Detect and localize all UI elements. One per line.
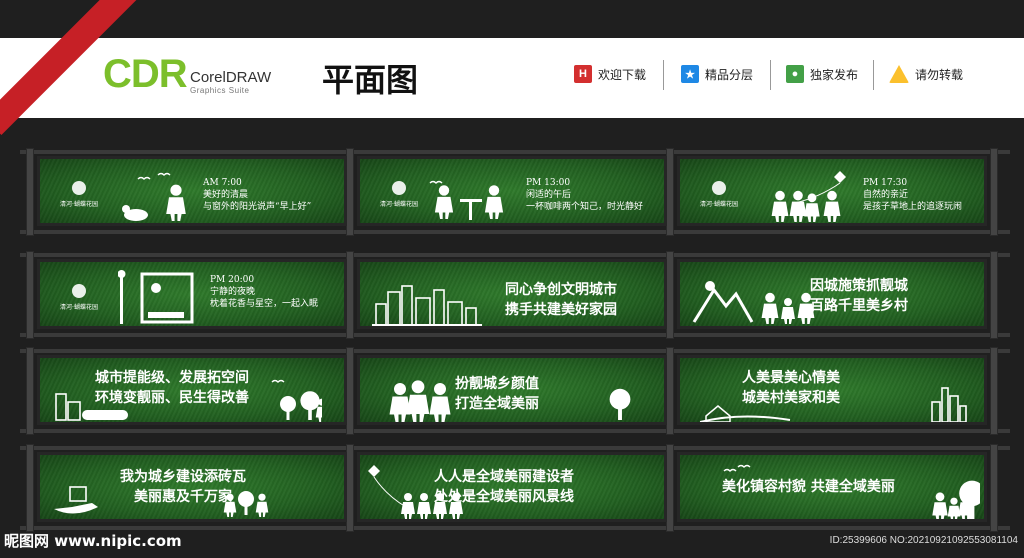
fence-post [990,347,998,435]
brand-text: 清河·蝴蝶花园 [60,304,98,311]
logo-mark: CDR [103,52,188,96]
header-item-layers[interactable]: ★ 精品分层 [681,62,753,86]
time-label: PM 13:00 [526,178,571,188]
grass-panel: 城市提能级、发展拓空间 环境变靓丽、民生得改善 [37,355,347,425]
header-item-label: 独家发布 [810,67,859,82]
fence-rail [20,349,1010,353]
brand-text: 清河·蝴蝶花园 [700,201,738,208]
slogan-line: 百路千里美乡村 [810,298,908,314]
divider [663,60,664,90]
family-trees-silhouette [723,464,980,519]
slogan-line: 携手共建美好家园 [505,302,617,318]
grass-panel: 人人是全域美丽建设者 处处是全域美丽风景线 [357,452,667,522]
fence-post [26,148,34,236]
divider [770,60,771,90]
grass-panel: 扮靓城乡颜值 打造全域美丽 [357,355,667,425]
people-tree-silhouette [389,380,631,422]
fence-post [990,444,998,532]
slogan-line: 美好的清晨 [203,190,249,200]
fence-rail [20,150,1010,154]
fence-post [666,148,674,236]
logo-subtitle: Graphics Suite [190,86,250,95]
fence-rail [20,333,1010,337]
fence-post [26,251,34,339]
time-label: PM 17:30 [863,178,908,188]
hand-house-silhouette [54,486,269,517]
fence-post [990,148,998,236]
cafe-couple-silhouette [429,180,504,220]
flower-logo-icon [72,181,86,195]
fence-post [26,444,34,532]
page-title: 平面图 [322,61,419,99]
brand-text: 清河·蝴蝶花园 [380,201,418,208]
fence-post [346,251,354,339]
header-item-download[interactable]: H 欢迎下载 [574,62,646,86]
mountain-family-silhouette [692,281,815,324]
star-icon: ★ [681,65,699,83]
time-label: PM 20:00 [210,275,255,285]
fence-post [346,347,354,435]
fence-post [26,347,34,435]
grass-panel: 人美景美心情美 城美村美家和美 [677,355,987,425]
runner-dog-silhouette [122,172,186,221]
kids-kite-silhouette [771,171,846,222]
grass-panel: 我为城乡建设添砖瓦 美丽惠及千万家 [37,452,347,522]
slogan-line: 宁静的夜晚 [210,287,256,297]
fence-post [990,251,998,339]
slogan-line: 一杯咖啡两个知己，时光静好 [526,202,644,212]
fence-post [666,444,674,532]
city-skyline-silhouette [372,285,482,326]
kite-kids-silhouette [368,465,463,519]
grass-panel: 同心争创文明城市 携手共建美好家园 [357,259,667,329]
brand-text: 清河·蝴蝶花园 [60,201,98,208]
slogan-line: 因城施策抓靓城 [810,278,908,294]
fence-rail [20,253,1010,257]
fence-post [346,148,354,236]
grass-panel: 清河·蝴蝶花园 PM 17:30 自然的亲近是孩子草地上的追逐玩闹 [677,156,987,226]
time-label: AM 7:00 [203,178,242,188]
grass-panel: 因城施策抓靓城 百路千里美乡村 [677,259,987,329]
slogan-line: 闲适的午后 [526,190,572,200]
flower-logo-icon [712,181,726,195]
fence-rail [20,429,1010,433]
house-skyline-silhouette [700,387,967,422]
panel-slogan: PM 20:00 宁静的夜晚枕着花香与星空，一起入眠 [210,274,318,310]
grass-panel: 清河·蝴蝶花园 PM 20:00 宁静的夜晚枕着花香与星空，一起入眠 [37,259,347,329]
grass-panel: 清河·蝴蝶花园 PM 13:00 闲适的午后一杯咖啡两个知己，时光静好 [357,156,667,226]
header-item-label: 请勿转载 [915,67,964,82]
logo-name: CorelDRAW [190,69,272,86]
panel-slogan: PM 13:00 闲适的午后一杯咖啡两个知己，时光静好 [526,177,643,213]
panel-slogan: AM 7:00 美好的清晨与窗外的阳光说声“早上好” [203,177,311,213]
grass-panel: 清河·蝴蝶花园 AM 7:00 美好的清晨与窗外的阳光说声“早上好” [37,156,347,226]
header-item-exclusive[interactable]: ● 独家发布 [786,62,858,86]
panel-slogan: 因城施策抓靓城 百路千里美乡村 [810,276,908,316]
header-item-no-repost[interactable]: 请勿转载 [889,62,963,86]
slogan-line: 与窗外的阳光说声“早上好” [203,202,312,212]
slogan-line: 同心争创文明城市 [505,282,617,298]
h-icon: H [574,65,592,83]
fence-post [666,251,674,339]
header-item-label: 欢迎下载 [598,67,647,82]
fence-rail [20,230,1010,234]
divider [873,60,874,90]
slogan-line: 枕着花香与星空，一起入眠 [210,299,319,309]
fence-rail [20,446,1010,450]
fence-post [666,347,674,435]
slogan-line: 是孩子草地上的追逐玩闹 [863,202,963,212]
grass-panel: 美化镇容村貌 共建全域美丽 [677,452,987,522]
flower-logo-icon [392,181,406,195]
window-lamp-silhouette [118,270,194,324]
slogan-line: 自然的亲近 [863,190,909,200]
panel-slogan: 同心争创文明城市 携手共建美好家园 [505,280,617,320]
flower-logo-icon [72,284,86,298]
fence-post [346,444,354,532]
watermark-text: 昵图网 www.nipic.com [4,532,182,550]
person-icon: ● [786,65,804,83]
image-id-text: ID:25399606 NO:20210921092553081104 [829,535,1018,546]
city-train-silhouette [55,379,322,422]
warning-icon [889,65,909,83]
panel-slogan: PM 17:30 自然的亲近是孩子草地上的追逐玩闹 [863,177,962,213]
header-item-label: 精品分层 [705,67,754,82]
